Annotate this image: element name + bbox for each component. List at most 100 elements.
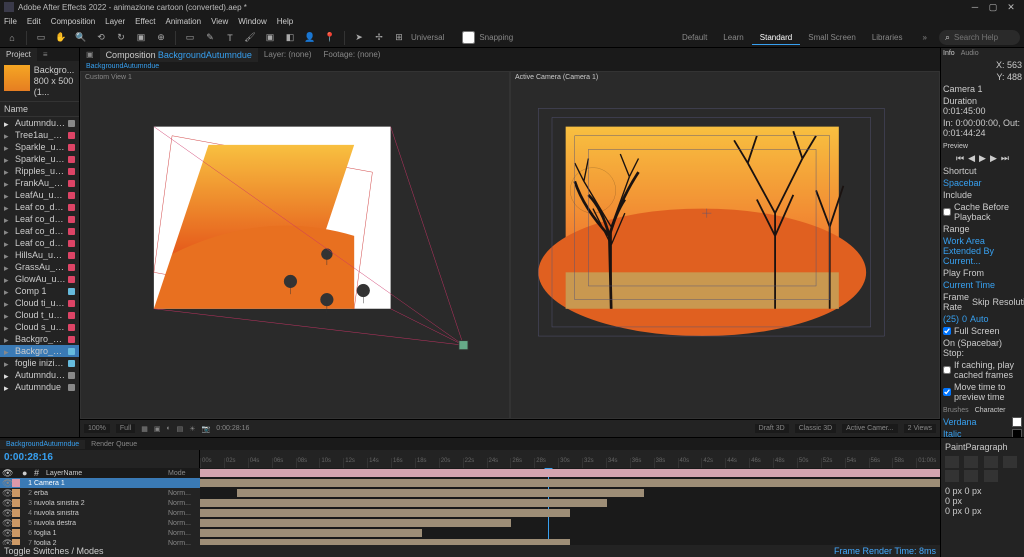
shortcut-select[interactable]: Spacebar [943,178,982,188]
timeline-tab[interactable]: BackgroundAutumndue [0,440,85,449]
viewer-timecode[interactable]: 0:00:28:16 [216,425,249,432]
layer-bar[interactable] [237,489,644,497]
camera-select[interactable]: Active Camer... [842,424,897,433]
project-item[interactable]: ▸Cloud ti_ue.psd [0,297,79,309]
panel-menu-icon[interactable]: ≡ [37,48,54,61]
project-item[interactable]: ▸Ripples_ue.psd [0,165,79,177]
search-input[interactable] [954,33,1014,42]
search-box[interactable]: ⌕ [939,30,1020,45]
project-item[interactable]: ▸Leaf co_due.psd [0,225,79,237]
project-item[interactable]: ▸Leaf co_due.psd [0,201,79,213]
info-tab[interactable]: Info [943,50,955,57]
project-item[interactable]: ▸Backgro_due [0,345,79,357]
project-item[interactable]: ▸LeafAu_ue.psd [0,189,79,201]
project-item[interactable]: ▸Cloud s_ue.psd [0,321,79,333]
zoom-tool[interactable]: 🔍 [73,30,89,46]
layer-bar[interactable] [200,479,940,487]
layer-bar[interactable] [200,509,570,517]
timeline-layer[interactable]: 👁7foglia 2Norm... [0,538,200,545]
puppet-tool[interactable]: 📍 [322,30,338,46]
grid-icon[interactable]: ▦ [141,425,148,433]
clone-tool[interactable]: ▣ [262,30,278,46]
playfrom-select[interactable]: Current Time [943,280,995,290]
timeline-layer[interactable]: 👁3nuvola sinistra 2Norm... [0,498,200,508]
type-tool[interactable]: T [222,30,238,46]
layer-bar[interactable] [200,529,422,537]
fill-swatch[interactable] [1012,417,1022,427]
menu-file[interactable]: File [4,17,17,26]
layer-bar[interactable] [200,539,570,545]
snapshot-icon[interactable]: 📷 [202,425,211,433]
last-frame-icon[interactable]: ⏭ [1001,153,1009,164]
timeline-layer[interactable]: 👁4nuvola sinistraNorm... [0,508,200,518]
orbit-tool[interactable]: ⟲ [93,30,109,46]
timeline-layer[interactable]: 👁1Camera 1 [0,478,200,488]
layer-tab[interactable]: Layer: (none) [258,48,318,62]
caching-checkbox[interactable] [943,366,951,374]
selection-tool[interactable]: ▭ [33,30,49,46]
workspace-learn[interactable]: Learn [715,31,751,45]
roto-tool[interactable]: 👤 [302,30,318,46]
audio-tab[interactable]: Audio [961,50,979,57]
footage-tab[interactable]: Footage: (none) [318,48,387,62]
project-tab[interactable]: Project [0,48,37,61]
viewport-right[interactable]: Active Camera (Camera 1) [510,71,940,419]
play-icon[interactable]: ▶ [979,153,986,164]
project-item[interactable]: ▸Sparkle_ue.psd [0,141,79,153]
layer-bar[interactable] [200,499,607,507]
current-timecode[interactable]: 0:00:28:16 [4,452,195,463]
project-item[interactable]: ▸Backgro_ue.psd [0,333,79,345]
track-row[interactable] [200,468,940,478]
brush-tool[interactable]: 🖌 [242,30,258,46]
project-item[interactable]: ▸Tree1au_ue.psd [0,129,79,141]
anchor-tool[interactable]: ⊕ [153,30,169,46]
paint-tab[interactable]: Paint [945,442,966,452]
cache-checkbox[interactable] [943,208,951,216]
workspace-default[interactable]: Default [674,31,715,45]
layer-bar[interactable] [200,469,940,477]
views-select[interactable]: 2 Views [904,424,936,433]
viewport-left[interactable]: Custom View 1 [80,71,510,419]
menu-edit[interactable]: Edit [27,17,41,26]
align-left[interactable] [945,456,959,468]
justify-last-right[interactable] [964,470,978,482]
project-item[interactable]: ▸Autumndue (1... [0,369,79,381]
timeline-layer[interactable]: 👁5nuvola destraNorm... [0,518,200,528]
time-ruler[interactable]: 00s02s04s06s08s10s12s14s16s18s20s22s24s2… [200,450,940,468]
home-icon[interactable]: ⌂ [4,30,20,46]
guides-icon[interactable]: ▣ [154,425,161,433]
justify-last-left[interactable] [1003,456,1017,468]
comp-panel-icon[interactable]: ▣ [80,48,100,62]
project-item[interactable]: ▸Leaf co_due.psd [0,237,79,249]
render-queue-tab[interactable]: Render Queue [85,440,143,449]
timeline-tracks[interactable] [200,468,940,545]
range-select[interactable]: Work Area Extended By Current... [943,236,1022,266]
camera-tool[interactable]: ▣ [133,30,149,46]
first-frame-icon[interactable]: ⏮ [956,153,964,164]
menu-help[interactable]: Help [277,17,293,26]
menu-effect[interactable]: Effect [135,17,155,26]
project-item[interactable]: ▸foglie iniziale [0,357,79,369]
composition-tab[interactable]: Composition BackgroundAutumndue [100,48,258,62]
align-center[interactable] [964,456,978,468]
fullscreen-checkbox[interactable] [943,327,951,335]
zoom-select[interactable]: 100% [84,424,110,433]
character-tab[interactable]: Character [975,407,1006,414]
track-row[interactable] [200,478,940,488]
mask-icon[interactable]: ◐ [166,425,170,432]
project-item[interactable]: ▸Leaf co_due.psd [0,213,79,225]
project-item[interactable]: ▸Autumndue Layers [0,117,79,129]
track-row[interactable] [200,518,940,528]
hand-tool[interactable]: ✋ [53,30,69,46]
track-row[interactable] [200,508,940,518]
menu-window[interactable]: Window [238,17,266,26]
movetime-checkbox[interactable] [943,388,951,396]
maximize-button[interactable]: ▢ [984,1,1002,13]
breadcrumb[interactable]: BackgroundAutumndue [80,62,940,71]
timeline-layer[interactable]: 👁2erbaNorm... [0,488,200,498]
justify-all[interactable] [984,470,998,482]
project-item[interactable]: ▸HillsAu_ue.psd [0,249,79,261]
pen-tool[interactable]: ✎ [202,30,218,46]
universal-camera[interactable]: ➤ [351,30,367,46]
project-item[interactable]: ▸FrankAu_ue.psd [0,177,79,189]
